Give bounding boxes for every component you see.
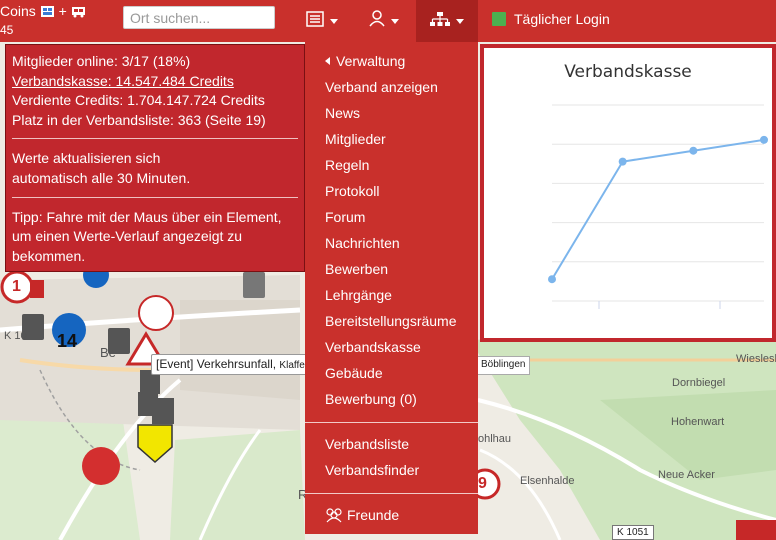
chart-point[interactable] (548, 275, 556, 284)
map-label-be: Be (100, 345, 116, 360)
menu-divider (305, 422, 478, 423)
chevron-down-icon (330, 18, 338, 24)
menu-item-mitglieder[interactable]: Mitglieder (325, 131, 386, 147)
top-navbar: Coins + 45 Täglicher Login (0, 0, 776, 42)
alliance-info-panel: Mitglieder online: 3/17 (18%) Verbandska… (5, 44, 305, 272)
alliance-rank-text: Platz in der Verbandsliste: 363 (Seite 1… (12, 111, 266, 128)
chart-point[interactable] (618, 157, 627, 166)
menu-item-bereitstellungsraeume[interactable]: Bereitstellungsräume (325, 313, 457, 329)
menu-divider (305, 493, 478, 494)
marker-number-1: 1 (12, 278, 21, 295)
menu-item-nachrichten[interactable]: Nachrichten (325, 235, 400, 251)
map-label-ohlhau: ohlhau (478, 433, 512, 445)
map-label-neue-acker: Neue Acker (658, 469, 715, 481)
missions-menu-button[interactable] (300, 0, 344, 42)
coins-count: 45 (0, 23, 14, 37)
tooltip-rest-text: Klaffe (279, 360, 305, 371)
menu-item-lehrgaenge[interactable]: Lehrgänge (325, 287, 392, 303)
tip-text-2: um einen Werte-Verlauf angezeigt zu (12, 228, 243, 245)
daily-login-button[interactable]: Täglicher Login (492, 0, 610, 38)
tip-text-3: bekommen. (12, 247, 86, 264)
profile-menu-button[interactable] (360, 0, 408, 42)
list-icon (306, 10, 324, 32)
menu-item-forum[interactable]: Forum (325, 209, 365, 225)
chevron-down-icon (456, 18, 464, 24)
marker-number-14: 14 (57, 331, 78, 351)
menu-item-regeln[interactable]: Regeln (325, 157, 369, 173)
chart-plot (548, 104, 768, 309)
menu-item-verwaltung-label: Verwaltung (336, 53, 406, 69)
menu-item-bewerbung[interactable]: Bewerbung (0) (325, 391, 417, 407)
menu-item-verband-anzeigen[interactable]: Verband anzeigen (325, 79, 438, 95)
refresh-text-1: Werte aktualisieren sich (12, 150, 161, 167)
coins-label: Coins (0, 3, 36, 19)
coins-plus: + (58, 3, 67, 19)
members-online-text: Mitglieder online: 3/17 (18%) (12, 53, 191, 69)
map-label-elsenhalde: Elsenhalde (520, 475, 575, 487)
road-tag-k1051: K 1051 (612, 525, 654, 540)
credits-icon (40, 5, 55, 18)
menu-item-protokoll[interactable]: Protokoll (325, 183, 379, 199)
map-label-wieslesh: Wieslesh (736, 353, 776, 365)
menu-item-verwaltung[interactable]: Verwaltung (325, 53, 405, 69)
menu-item-verbandsliste[interactable]: Verbandsliste (325, 436, 409, 452)
calendar-icon (492, 12, 506, 26)
chart-point[interactable] (689, 146, 698, 155)
alliance-dropdown-menu: Verwaltung Verband anzeigen News Mitglie… (305, 42, 478, 534)
search-input[interactable] (123, 6, 275, 29)
coins-display[interactable]: Coins + (0, 4, 86, 19)
map-label-k10: K 10 (4, 330, 27, 342)
sitemap-icon (430, 11, 450, 32)
marker-number-9: 9 (478, 475, 487, 492)
tip-text-1: Tipp: Fahre mit der Maus über ein Elemen… (12, 208, 282, 225)
event-tooltip: [Event] Verkehrsunfall, Klaffe (151, 354, 310, 375)
map-label-hohenwart: Hohenwart (671, 416, 725, 428)
treasury-chart-panel: Verbandskasse (480, 44, 776, 342)
menu-item-verbandskasse[interactable]: Verbandskasse (325, 339, 421, 355)
user-icon (369, 10, 385, 32)
chevron-down-icon (391, 18, 399, 24)
place-tag-boeblingen: Böblingen (476, 356, 531, 375)
info-divider (12, 196, 298, 198)
earned-credits-text: Verdiente Credits: 1.704.147.724 Credits (12, 92, 265, 109)
chart-series-line (551, 138, 765, 280)
friends-icon (325, 507, 343, 526)
treasury-chart: Verbandskasse (484, 48, 772, 338)
vehicle-icon (71, 5, 86, 18)
menu-item-freunde[interactable]: Freunde (325, 507, 399, 526)
info-divider (12, 138, 298, 140)
chart-point[interactable] (760, 135, 768, 144)
refresh-text-2: automatisch alle 30 Minuten. (12, 169, 191, 186)
chevron-left-icon (325, 57, 330, 65)
menu-item-gebaeude[interactable]: Gebäude (325, 365, 383, 381)
treasury-link[interactable]: Verbandskasse: 14.547.484 Credits (12, 72, 298, 92)
alliance-menu-button[interactable] (416, 0, 478, 42)
daily-login-label: Täglicher Login (514, 11, 610, 27)
map-label-dornbiegel: Dornbiegel (672, 377, 726, 389)
menu-item-verbandsfinder[interactable]: Verbandsfinder (325, 462, 419, 478)
menu-item-freunde-label: Freunde (347, 507, 400, 523)
tooltip-event-text: [Event] Verkehrsunfall, (156, 357, 277, 371)
menu-item-news[interactable]: News (325, 105, 360, 121)
menu-item-bewerben[interactable]: Bewerben (325, 261, 388, 277)
chart-title: Verbandskasse (564, 62, 692, 82)
